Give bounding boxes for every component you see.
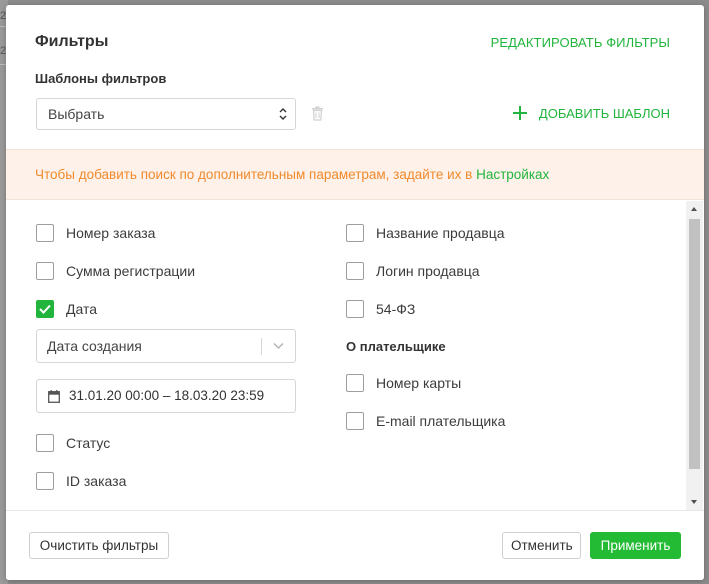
filter-status[interactable]: Статус bbox=[36, 434, 110, 452]
checkbox[interactable] bbox=[36, 262, 54, 280]
filter-seller-login[interactable]: Логин продавца bbox=[346, 262, 480, 280]
dialog-footer: Очистить фильтры Отменить Применить bbox=[6, 510, 704, 580]
clear-filters-button[interactable]: Очистить фильтры bbox=[29, 532, 169, 559]
date-range-value: 31.01.20 00:00 – 18.03.20 23:59 bbox=[69, 388, 265, 403]
calendar-icon bbox=[48, 390, 60, 403]
filter-label: E-mail плательщика bbox=[376, 413, 506, 429]
filter-registration-sum[interactable]: Сумма регистрации bbox=[36, 262, 195, 280]
add-template-label: ДОБАВИТЬ ШАБЛОН bbox=[538, 105, 670, 121]
edit-filters-link[interactable]: РЕДАКТИРОВАТЬ ФИЛЬТРЫ bbox=[491, 35, 670, 50]
filter-order-number[interactable]: Номер заказа bbox=[36, 224, 155, 242]
filters-list: Номер заказа Сумма регистрации Дата Дата… bbox=[6, 201, 704, 510]
filter-date[interactable]: Дата bbox=[36, 300, 97, 318]
date-type-select[interactable]: Дата создания bbox=[36, 329, 296, 363]
select-updown-icon bbox=[279, 108, 287, 120]
filter-label: Название продавца bbox=[376, 225, 505, 241]
filter-label: 54-ФЗ bbox=[376, 301, 416, 317]
filter-card-number[interactable]: Номер карты bbox=[346, 374, 461, 392]
checkbox[interactable] bbox=[346, 374, 364, 392]
checkbox[interactable] bbox=[346, 224, 364, 242]
cancel-button[interactable]: Отменить bbox=[502, 532, 581, 559]
filter-template-select[interactable]: Выбрать bbox=[36, 98, 296, 130]
filters-dialog: Фильтры РЕДАКТИРОВАТЬ ФИЛЬТРЫ Шаблоны фи… bbox=[6, 5, 704, 580]
filter-order-id[interactable]: ID заказа bbox=[36, 472, 126, 490]
filter-54fz[interactable]: 54-ФЗ bbox=[346, 300, 415, 318]
notice-message: Чтобы добавить поиск по дополнительным п… bbox=[35, 167, 477, 182]
payer-section-title: О плательщике bbox=[346, 339, 446, 354]
filter-label: Номер заказа bbox=[66, 225, 156, 241]
scroll-down-icon[interactable] bbox=[691, 500, 697, 504]
filter-label: ID заказа bbox=[66, 473, 127, 489]
scroll-up-icon[interactable] bbox=[691, 207, 697, 211]
checkbox[interactable] bbox=[36, 224, 54, 242]
select-separator bbox=[261, 338, 262, 355]
filter-payer-email[interactable]: E-mail плательщика bbox=[346, 412, 505, 430]
checkbox-checked[interactable] bbox=[36, 300, 54, 318]
filter-label: Дата bbox=[66, 301, 98, 317]
checkbox[interactable] bbox=[36, 472, 54, 490]
checkbox[interactable] bbox=[346, 412, 364, 430]
plus-icon bbox=[512, 106, 527, 120]
filter-label: Логин продавца bbox=[376, 263, 480, 279]
date-range-input[interactable]: 31.01.20 00:00 – 18.03.20 23:59 bbox=[36, 379, 296, 413]
filter-seller-name[interactable]: Название продавца bbox=[346, 224, 505, 242]
date-type-value: Дата создания bbox=[47, 338, 142, 354]
delete-template-icon[interactable] bbox=[311, 106, 324, 121]
vertical-scrollbar[interactable] bbox=[686, 201, 703, 510]
dialog-title: Фильтры bbox=[35, 33, 109, 50]
filter-label: Сумма регистрации bbox=[66, 263, 196, 279]
checkbox[interactable] bbox=[346, 300, 364, 318]
filter-label: Статус bbox=[66, 435, 111, 451]
add-template-button[interactable]: ДОБАВИТЬ ШАБЛОН bbox=[512, 101, 670, 125]
chevron-down-icon[interactable] bbox=[273, 342, 284, 350]
checkbox[interactable] bbox=[36, 434, 54, 452]
scrollbar-thumb[interactable] bbox=[689, 219, 700, 469]
checkbox[interactable] bbox=[346, 262, 364, 280]
filter-label: Номер карты bbox=[376, 375, 462, 391]
apply-button[interactable]: Применить bbox=[590, 532, 681, 559]
filter-template-select-value: Выбрать bbox=[48, 106, 105, 122]
filter-templates-label: Шаблоны фильтров bbox=[35, 71, 167, 86]
settings-link[interactable]: Настройках bbox=[476, 167, 549, 182]
settings-notice: Чтобы добавить поиск по дополнительным п… bbox=[6, 149, 704, 200]
notice-text: Чтобы добавить поиск по дополнительным п… bbox=[35, 167, 549, 182]
checkmark-icon bbox=[39, 304, 51, 314]
